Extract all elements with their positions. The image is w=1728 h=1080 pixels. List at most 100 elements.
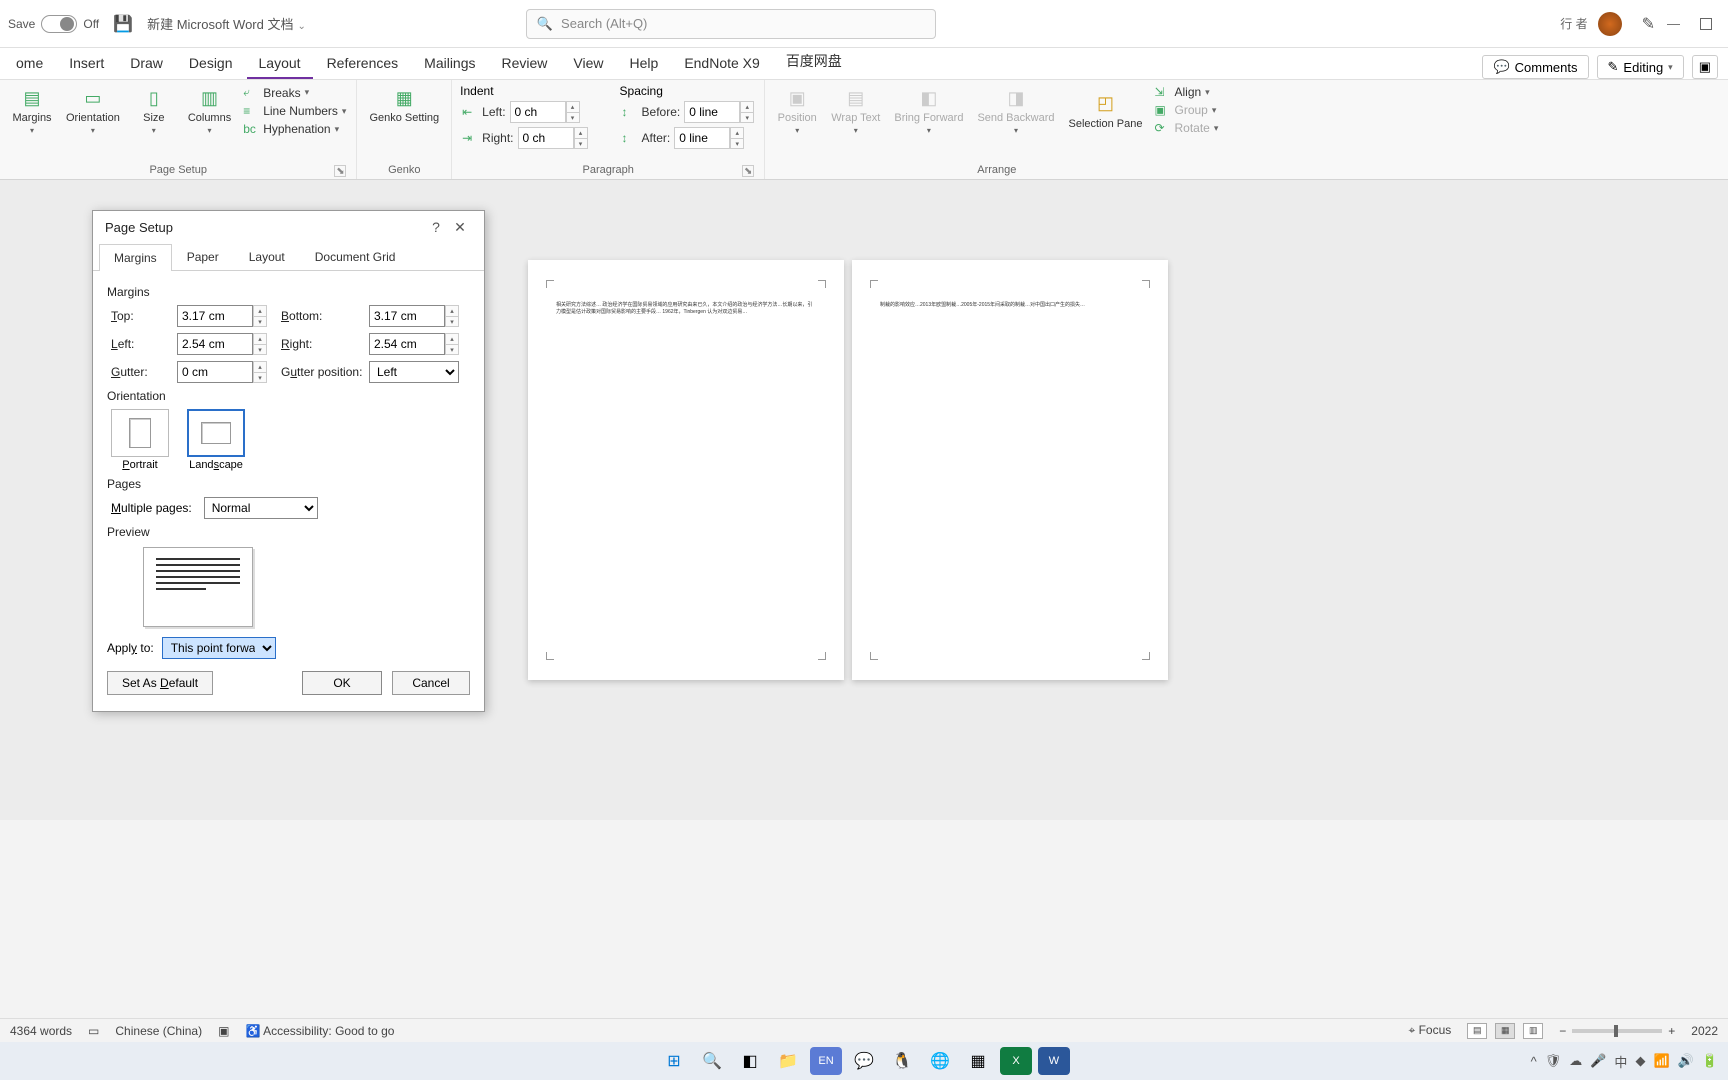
- tab-review[interactable]: Review: [490, 49, 560, 79]
- selection-pane-button[interactable]: ◰Selection Pane: [1064, 84, 1146, 137]
- dialog-help-button[interactable]: ?: [424, 219, 448, 235]
- zoom-slider[interactable]: [1572, 1029, 1662, 1033]
- tab-home[interactable]: ome: [4, 49, 55, 79]
- dialog-tab-paper[interactable]: Paper: [172, 243, 234, 270]
- dialog-tab-margins[interactable]: Margins: [99, 244, 172, 271]
- window-maximize[interactable]: [1700, 18, 1712, 30]
- start-button[interactable]: ⊞: [658, 1047, 690, 1075]
- tab-mailings[interactable]: Mailings: [412, 49, 487, 79]
- set-as-default-button[interactable]: Set As Default: [107, 671, 213, 695]
- chrome-app[interactable]: 🌐: [924, 1047, 956, 1075]
- top-spinner[interactable]: ▴▾: [253, 305, 267, 327]
- window-minimize[interactable]: —: [1667, 16, 1680, 31]
- columns-button[interactable]: ▥Columns▾: [184, 84, 235, 137]
- spacing-before-spinner[interactable]: ▴▾: [740, 101, 754, 123]
- toggle-switch[interactable]: [41, 15, 77, 33]
- indent-right-input[interactable]: [518, 127, 574, 149]
- tray-chevron-icon[interactable]: ^: [1531, 1054, 1537, 1069]
- tray-app-icon[interactable]: ◆: [1635, 1053, 1645, 1069]
- indent-left-input[interactable]: [510, 101, 566, 123]
- tray-security-icon[interactable]: 🛡: [1545, 1053, 1562, 1069]
- align-button[interactable]: ⇲Align ▾: [1152, 84, 1220, 100]
- file-explorer[interactable]: 📁: [772, 1047, 804, 1075]
- paragraph-launcher[interactable]: ⬊: [742, 165, 754, 177]
- focus-button[interactable]: ⌖ Focus: [1408, 1023, 1451, 1038]
- right-input[interactable]: [369, 333, 445, 355]
- indent-right-spinner[interactable]: ▴▾: [574, 127, 588, 149]
- read-mode-button[interactable]: ▤: [1467, 1023, 1487, 1039]
- word-count[interactable]: 4364 words: [10, 1024, 72, 1038]
- top-input[interactable]: [177, 305, 253, 327]
- breaks-button[interactable]: ⤶Breaks ▾: [241, 84, 348, 101]
- qq-app[interactable]: 🐧: [886, 1047, 918, 1075]
- portrait-option[interactable]: Portrait: [111, 409, 169, 471]
- size-button[interactable]: ▯Size▾: [130, 84, 178, 137]
- pen-icon[interactable]: ✎: [1642, 14, 1655, 34]
- tab-layout[interactable]: Layout: [247, 49, 313, 79]
- tab-baidu[interactable]: 百度网盘: [774, 45, 854, 79]
- dialog-tab-document-grid[interactable]: Document Grid: [300, 243, 411, 270]
- tray-volume-icon[interactable]: 🔊: [1678, 1053, 1694, 1069]
- document-title[interactable]: 新建 Microsoft Word 文档⌄: [147, 14, 306, 33]
- tab-endnote[interactable]: EndNote X9: [672, 49, 772, 79]
- cancel-button[interactable]: Cancel: [392, 671, 470, 695]
- editing-mode-button[interactable]: ✎ Editing ▾: [1597, 55, 1684, 79]
- spacing-before-input[interactable]: [684, 101, 740, 123]
- genko-setting-button[interactable]: ▦Genko Setting: [365, 84, 443, 126]
- zoom-in-button[interactable]: +: [1668, 1024, 1675, 1038]
- tab-insert[interactable]: Insert: [57, 49, 116, 79]
- excel-app[interactable]: X: [1000, 1047, 1032, 1075]
- multiple-pages-select[interactable]: Normal: [204, 497, 318, 519]
- bottom-spinner[interactable]: ▴▾: [445, 305, 459, 327]
- line-numbers-button[interactable]: ≡Line Numbers ▾: [241, 103, 348, 119]
- zoom-out-button[interactable]: −: [1559, 1024, 1566, 1038]
- left-spinner[interactable]: ▴▾: [253, 333, 267, 355]
- tray-ime-icon[interactable]: 中: [1614, 1052, 1627, 1071]
- wechat-app[interactable]: 💬: [848, 1047, 880, 1075]
- taskbar-search[interactable]: 🔍: [696, 1047, 728, 1075]
- spacing-after-spinner[interactable]: ▴▾: [730, 127, 744, 149]
- hyphenation-button[interactable]: bcHyphenation ▾: [241, 121, 348, 137]
- page-setup-launcher[interactable]: ⬊: [334, 165, 346, 177]
- gutter-input[interactable]: [177, 361, 253, 383]
- user-account[interactable]: 行 者: [1560, 12, 1621, 36]
- gutter-spinner[interactable]: ▴▾: [253, 361, 267, 383]
- search-input[interactable]: 🔍 Search (Alt+Q): [526, 9, 936, 39]
- tab-help[interactable]: Help: [618, 49, 671, 79]
- tray-battery-icon[interactable]: 🔋: [1702, 1053, 1718, 1069]
- tab-draw[interactable]: Draw: [118, 49, 175, 79]
- spelling-icon[interactable]: ▭: [88, 1024, 99, 1038]
- landscape-option[interactable]: Landscape: [187, 409, 245, 471]
- tab-design[interactable]: Design: [177, 49, 245, 79]
- language-status[interactable]: Chinese (China): [115, 1024, 202, 1038]
- dialog-close-button[interactable]: ✕: [448, 219, 472, 236]
- document-page-2[interactable]: 制裁的影响效应…2013年欧盟制裁…2005年-2015年间采取的制裁…对中国出…: [852, 260, 1168, 680]
- tray-onedrive-icon[interactable]: ☁: [1569, 1053, 1582, 1069]
- system-tray[interactable]: ^ 🛡 ☁ 🎤 中 ◆ 📶 🔊 🔋: [1531, 1052, 1718, 1071]
- right-spinner[interactable]: ▴▾: [445, 333, 459, 355]
- tab-references[interactable]: References: [315, 49, 411, 79]
- tray-mic-icon[interactable]: 🎤: [1590, 1053, 1606, 1069]
- word-app[interactable]: W: [1038, 1047, 1070, 1075]
- apply-to-select[interactable]: This point forward: [162, 637, 276, 659]
- ok-button[interactable]: OK: [302, 671, 382, 695]
- dialog-tab-layout[interactable]: Layout: [234, 243, 300, 270]
- save-icon[interactable]: 💾: [113, 14, 133, 34]
- margins-button[interactable]: ▤Margins▾: [8, 84, 56, 137]
- dialog-titlebar[interactable]: Page Setup ? ✕: [93, 211, 484, 243]
- bottom-input[interactable]: [369, 305, 445, 327]
- document-page-1[interactable]: 相关研究方法综述… 政治经济学在国际贸易领域的应用研究由来已久，本文介绍的政治与…: [528, 260, 844, 680]
- autosave-toggle[interactable]: Save Off: [8, 15, 99, 33]
- spacing-after-input[interactable]: [674, 127, 730, 149]
- tray-wifi-icon[interactable]: 📶: [1653, 1053, 1669, 1069]
- tab-view[interactable]: View: [561, 49, 615, 79]
- display-settings-icon[interactable]: ▣: [218, 1024, 229, 1038]
- share-button[interactable]: ▣: [1692, 55, 1718, 79]
- orientation-button[interactable]: ▭Orientation▾: [62, 84, 124, 137]
- web-layout-button[interactable]: ▥: [1523, 1023, 1543, 1039]
- avatar[interactable]: [1598, 12, 1622, 36]
- comments-button[interactable]: 💬 Comments: [1482, 55, 1588, 79]
- print-layout-button[interactable]: ▦: [1495, 1023, 1515, 1039]
- accessibility-status[interactable]: ♿ Accessibility: Good to go: [245, 1024, 394, 1038]
- left-input[interactable]: [177, 333, 253, 355]
